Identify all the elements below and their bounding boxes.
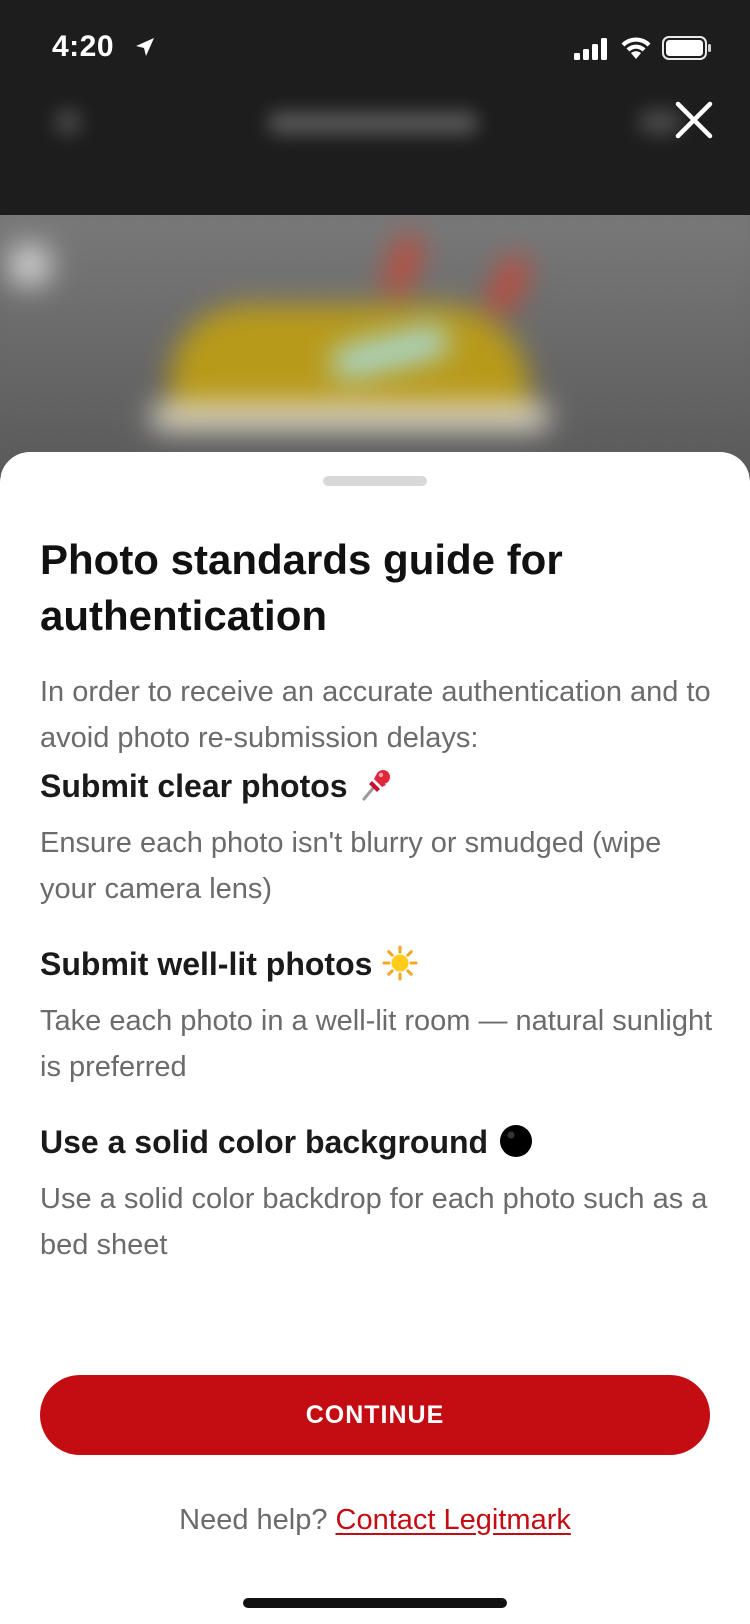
- tip-body-solid-background: Use a solid color backdrop for each phot…: [40, 1183, 708, 1261]
- tip-body-well-lit-photos: Take each photo in a well-lit room — nat…: [40, 1005, 713, 1083]
- tip-heading-label: Submit well-lit photos: [40, 946, 373, 982]
- wifi-icon: [621, 37, 651, 59]
- home-indicator[interactable]: [243, 1598, 507, 1608]
- blurred-sneaker-photo: [0, 215, 750, 475]
- sheet-title: Photo standards guide for authentication: [40, 536, 563, 639]
- close-icon[interactable]: [670, 96, 718, 144]
- blurred-header: [0, 90, 750, 160]
- blurred-title: [268, 112, 478, 134]
- tip-heading-label: Submit clear photos: [40, 768, 348, 804]
- status-time: 4:20: [52, 30, 115, 63]
- sun-icon: [382, 945, 418, 981]
- tip-heading-solid-background: Use a solid color background: [40, 1122, 720, 1163]
- contact-legitmark-link[interactable]: Contact Legitmark: [336, 1504, 571, 1536]
- blurred-back-button: [56, 110, 80, 134]
- sheet-intro: In order to receive an accurate authenti…: [40, 676, 711, 754]
- location-arrow-icon: [136, 38, 154, 56]
- tip-heading-label: Use a solid color background: [40, 1124, 489, 1160]
- help-prefix: Need help?: [179, 1504, 328, 1536]
- tip-body-clear-photos: Ensure each photo isn't blurry or smudge…: [40, 827, 662, 905]
- tip-heading-well-lit-photos: Submit well-lit photos: [40, 944, 720, 985]
- battery-icon: [662, 36, 711, 60]
- status-bar: 4:20: [0, 0, 750, 90]
- pushpin-icon: [362, 769, 390, 801]
- tip-heading-clear-photos: Submit clear photos: [40, 766, 720, 807]
- photo-guide-sheet: Photo standards guide for authentication…: [0, 452, 750, 1624]
- continue-button[interactable]: CONTINUE: [40, 1375, 710, 1455]
- help-line: Need help? Contact Legitmark: [0, 1500, 750, 1540]
- black-circle-icon: [500, 1124, 533, 1157]
- cellular-signal-icon: [574, 38, 607, 60]
- sheet-grabber[interactable]: [323, 476, 427, 486]
